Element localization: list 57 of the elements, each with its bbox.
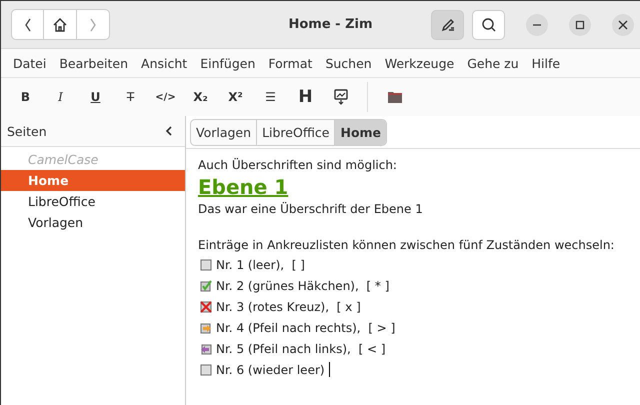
left-arrow-checkbox-icon[interactable] — [200, 342, 212, 354]
page-item[interactable]: Home — [1, 170, 185, 191]
menu-item[interactable]: Gehe zu — [467, 56, 519, 70]
maximize-icon — [575, 20, 585, 30]
maximize-button[interactable] — [569, 14, 591, 36]
heading-button[interactable]: H — [291, 84, 320, 110]
checkbox-label: Nr. 3 (rotes Kreuz), [ x ] — [216, 300, 361, 314]
page-tab[interactable]: Home — [335, 120, 386, 145]
sidebar-title: Seiten — [7, 124, 47, 138]
collapse-icon[interactable] — [165, 126, 173, 136]
paragraph: Das war eine Überschrift der Ebene 1 — [198, 201, 424, 218]
menu-item[interactable]: Suchen — [325, 56, 372, 70]
window-title: Home - Zim — [287, 17, 374, 32]
paragraph: Auch Überschriften sind möglich: — [198, 157, 398, 174]
list-button[interactable]: ☰ — [256, 84, 285, 110]
checkbox-label: Nr. 4 (Pfeil nach rechts), [ > ] — [216, 320, 396, 334]
search-icon — [480, 16, 496, 32]
back-icon — [22, 16, 32, 32]
minimize-icon — [533, 24, 541, 26]
sub-button[interactable]: X₂ — [186, 84, 215, 110]
menu-item[interactable]: Datei — [13, 56, 46, 70]
underline-button[interactable]: U — [81, 84, 110, 110]
page-tab[interactable]: Vorlagen — [191, 120, 258, 145]
checkbox-label: Nr. 2 (grünes Häkchen), [ * ] — [216, 278, 390, 292]
sup-button[interactable]: X² — [221, 84, 250, 110]
edit-mode-button[interactable] — [431, 10, 464, 40]
code-button[interactable]: </> — [151, 84, 180, 110]
search-button[interactable] — [472, 10, 505, 40]
menu-item[interactable]: Einfügen — [200, 56, 256, 70]
menu-item[interactable]: Bearbeiten — [59, 56, 128, 70]
pencil-icon — [440, 16, 456, 32]
empty-checkbox-icon[interactable] — [200, 258, 212, 270]
checked-checkbox-icon[interactable] — [200, 280, 212, 292]
home-icon — [52, 16, 68, 32]
strike-button[interactable]: T — [116, 84, 145, 110]
menu-item[interactable]: Hilfe — [532, 56, 560, 70]
menu-item[interactable]: Ansicht — [141, 56, 188, 70]
home-button[interactable] — [44, 9, 77, 40]
page-item[interactable]: Vorlagen — [1, 212, 185, 233]
checkbox-label: Nr. 1 (leer), [ ] — [216, 258, 305, 272]
page-item[interactable]: LibreOffice — [1, 191, 185, 212]
close-button[interactable] — [612, 14, 634, 36]
close-icon — [618, 20, 628, 30]
crossed-checkbox-icon[interactable] — [200, 300, 212, 312]
bold-button[interactable]: B — [11, 84, 40, 110]
checkbox-label: Nr. 5 (Pfeil nach links), [ < ] — [216, 342, 386, 356]
forward-icon — [88, 16, 98, 32]
paragraph: Einträge in Ankreuzlisten können zwischen fünf Zuständen wechseln: — [198, 237, 616, 254]
right-arrow-checkbox-icon[interactable] — [200, 322, 212, 334]
empty-checkbox-icon[interactable] — [200, 364, 212, 376]
italic-button[interactable]: I — [46, 84, 75, 110]
menu-item[interactable]: Format — [268, 56, 312, 70]
image-icon — [334, 89, 348, 105]
folder-icon — [386, 90, 402, 104]
heading: Ebene 1 — [198, 174, 288, 200]
menu-item[interactable]: Werkzeuge — [384, 56, 454, 70]
checkbox-label: Nr. 6 (wieder leer) — [216, 362, 325, 376]
